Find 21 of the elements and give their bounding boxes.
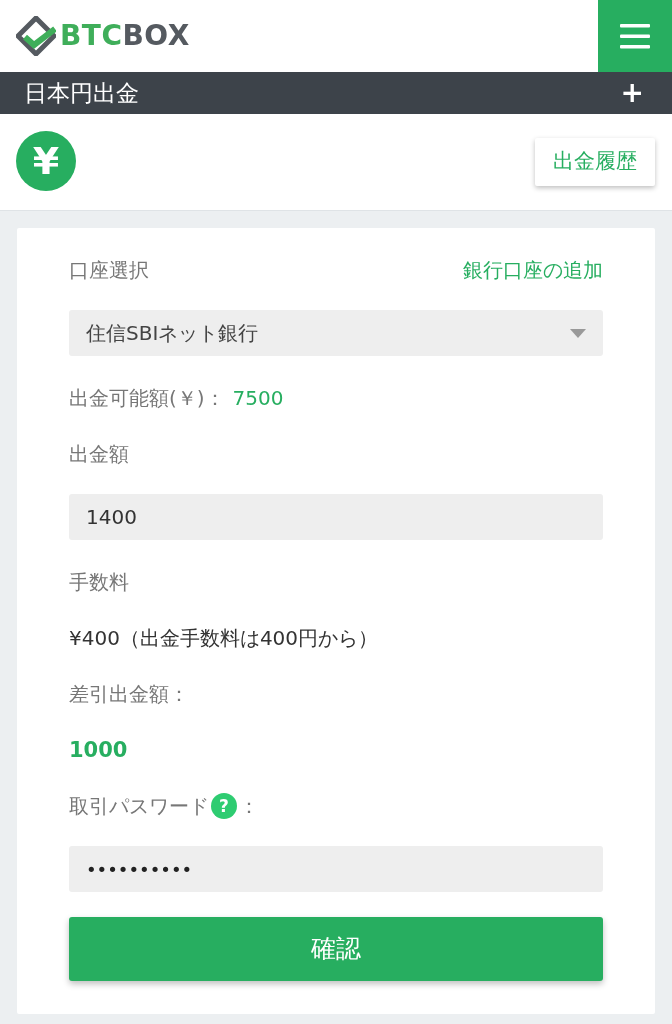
currency-symbol: ¥: [16, 131, 76, 191]
bank-select[interactable]: 住信SBIネット銀行: [69, 310, 603, 356]
net-amount: 1000: [69, 738, 128, 762]
field-label: 口座選択: [69, 257, 149, 284]
brand-logo[interactable]: BTCBOX: [60, 22, 190, 50]
field-label: 取引パスワード: [69, 793, 209, 820]
menu-icon: [620, 23, 650, 49]
password-field[interactable]: ••••••••••: [69, 846, 603, 892]
field-label: 出金可能額(￥)：: [69, 385, 225, 412]
label-colon: ：: [239, 793, 259, 820]
field-label: 出金額: [69, 442, 129, 466]
menu-button[interactable]: [598, 0, 672, 72]
available-amount: 7500: [232, 385, 284, 412]
logo-icon: [16, 16, 56, 56]
section-title: 日本円出金: [24, 81, 139, 105]
expand-toggle[interactable]: +: [616, 79, 648, 107]
field-label: 手数料: [69, 570, 129, 594]
field-label: 差引出金額：: [69, 682, 189, 706]
amount-field[interactable]: 1400: [69, 494, 603, 540]
fee-text: ¥400（出金手数料は400円から）: [69, 626, 379, 650]
caret-icon: [570, 328, 586, 338]
